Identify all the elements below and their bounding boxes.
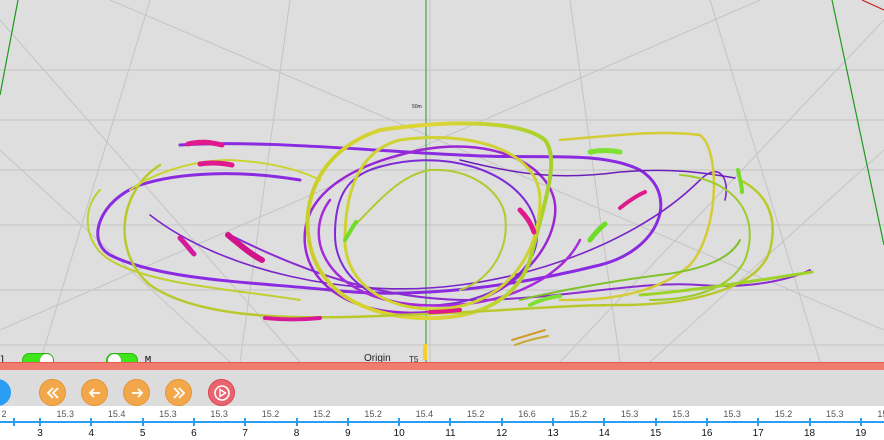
ruler-segment-value: 15.2 — [466, 409, 485, 419]
double-right-chevron-icon — [172, 386, 185, 399]
ruler-tick — [757, 418, 760, 426]
track-highlight — [618, 190, 647, 210]
ruler-number: 10 — [393, 428, 405, 439]
ruler-segment-value: 15.2 — [774, 409, 793, 419]
track-highlight — [197, 160, 235, 168]
ruler-number: 16 — [701, 428, 713, 439]
ruler-tick — [398, 418, 401, 426]
ruler-number: 5 — [139, 428, 146, 439]
timeline-ruler[interactable]: 2 15.3 15.4 15.3 15.3 15.2 15.2 15.2 15.4 15.2 16.… — [0, 406, 884, 440]
ruler-segment-value: 15.4 — [107, 409, 126, 419]
ruler-tick — [39, 418, 41, 426]
ruler-number: 4 — [88, 428, 95, 439]
z-axis-line — [861, 0, 884, 11]
step-back-button[interactable] — [81, 379, 108, 406]
ruler-number: 13 — [547, 428, 559, 439]
ruler-tick — [859, 418, 862, 426]
ruler-tick — [449, 418, 452, 426]
track-highlight — [185, 139, 225, 148]
ruler-tick — [244, 418, 247, 426]
ruler-tick — [500, 418, 503, 426]
ruler-number: 18 — [803, 428, 816, 439]
ruler-number: 7 — [242, 428, 248, 439]
track-scene — [0, 0, 884, 362]
ruler-tick — [603, 418, 606, 426]
ruler-segment-value: 15.3 — [826, 409, 844, 419]
ruler-segment-value: 15.3 — [672, 409, 690, 419]
ruler-segment-value: 15.3 — [723, 409, 741, 419]
track-highlight — [428, 308, 462, 314]
ruler-number: 14 — [598, 428, 610, 439]
scale-label: 50m — [412, 104, 422, 110]
ruler-segment-value: 15.2 — [569, 409, 588, 419]
track-path — [349, 168, 507, 291]
track-highlight — [587, 148, 623, 155]
track-path — [149, 171, 727, 290]
fast-forward-button[interactable] — [165, 379, 192, 406]
playback-controls — [0, 370, 884, 406]
arrow-left-icon — [88, 387, 100, 398]
ruler-tick — [346, 418, 349, 426]
ruler-tick — [654, 418, 657, 426]
ruler-number: 15 — [650, 428, 662, 439]
ruler-segment-value: 15.3 — [56, 409, 75, 419]
ruler-segment-value: 15.3 — [159, 409, 177, 419]
play-circle-icon — [213, 384, 230, 401]
ruler-tick — [295, 418, 298, 426]
track-highlight — [177, 235, 197, 257]
ruler-segment-value: 15.2 — [313, 409, 331, 419]
ruler-segment-value: 15.2 — [877, 409, 884, 419]
ruler-tick — [552, 418, 554, 426]
ruler-line — [0, 421, 884, 423]
ruler-segment-value: 15.2 — [364, 409, 382, 419]
ruler-number: 3 — [37, 428, 43, 439]
ruler-tick — [90, 418, 93, 426]
ruler-number: 12 — [496, 428, 508, 439]
ruler-segment-value: 15.4 — [415, 409, 434, 419]
ruler-tick — [192, 418, 195, 426]
x-axis-line-right — [831, 0, 884, 246]
ruler-segment-value: 15.3 — [210, 409, 228, 419]
ruler-number: 11 — [445, 428, 456, 439]
ruler-tick — [13, 418, 15, 426]
rewind-button[interactable] — [39, 379, 66, 406]
play-button[interactable] — [208, 379, 235, 406]
double-left-chevron-icon — [46, 386, 59, 399]
3d-viewport[interactable]: 50m Origin T5 — [0, 0, 884, 362]
ruler-number: 19 — [855, 428, 867, 439]
track-highlight — [263, 316, 322, 322]
ruler-number: 8 — [293, 428, 300, 439]
menu-button[interactable] — [0, 379, 11, 406]
ruler-segment-value: 2 — [1, 409, 7, 419]
step-forward-button[interactable] — [123, 379, 150, 406]
arrow-right-icon — [131, 387, 143, 398]
ruler-segment-value: 15.3 — [620, 409, 639, 419]
track-highlight — [736, 168, 744, 194]
ruler-tick — [808, 418, 811, 426]
ruler-segment-value: 16.6 — [518, 409, 536, 419]
ruler-tick — [141, 418, 144, 426]
x-axis-line-left — [0, 0, 19, 96]
ruler-number: 6 — [191, 428, 197, 439]
ruler-number: 9 — [345, 428, 351, 439]
ruler-segment-value: 15.2 — [261, 409, 280, 419]
track-path — [459, 159, 736, 179]
ruler-tick — [705, 418, 708, 426]
ruler-number: 17 — [752, 428, 764, 439]
